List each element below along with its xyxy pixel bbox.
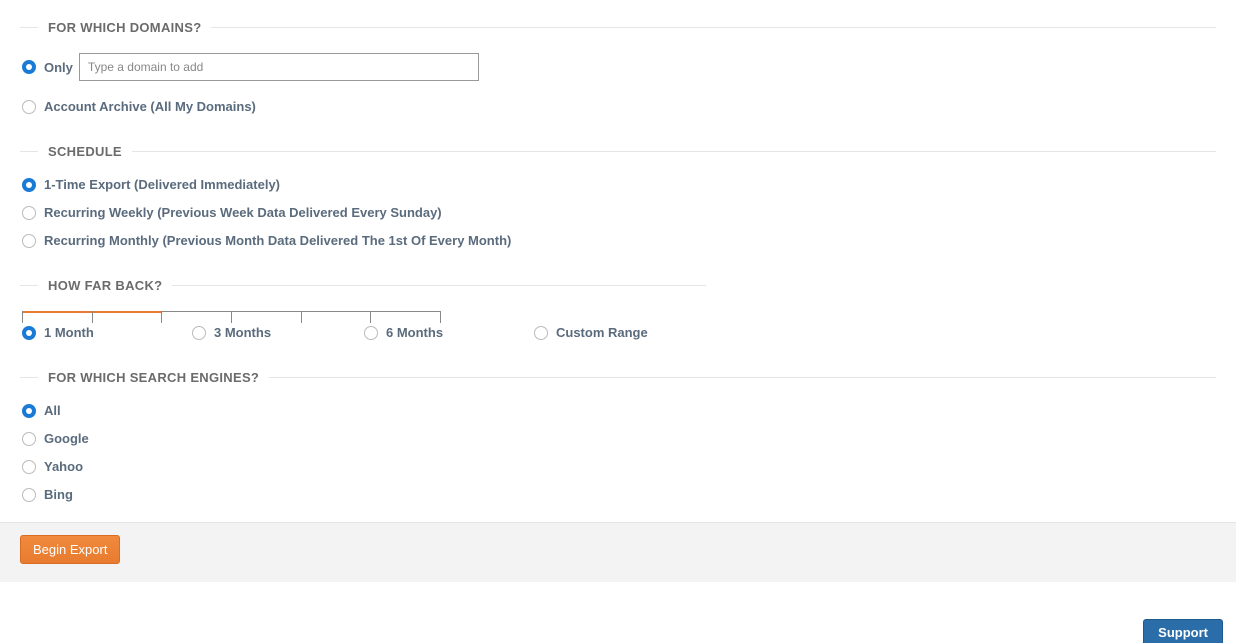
radio-archive-label[interactable]: Account Archive (All My Domains) (44, 99, 256, 114)
section-how-far: HOW FAR BACK? 1 Month 3 Months (20, 278, 1216, 340)
radio-1month[interactable] (22, 326, 36, 340)
radio-once[interactable] (22, 178, 36, 192)
section-title-schedule: SCHEDULE (48, 144, 122, 159)
radio-yahoo-label[interactable]: Yahoo (44, 459, 83, 474)
radio-custom-range-label[interactable]: Custom Range (556, 325, 648, 340)
section-header-schedule: SCHEDULE (20, 144, 1216, 159)
section-header-how-far: HOW FAR BACK? (20, 278, 1216, 293)
section-title-domains: FOR WHICH DOMAINS? (48, 20, 201, 35)
radio-only[interactable] (22, 60, 36, 74)
radio-6months[interactable] (364, 326, 378, 340)
slider[interactable] (20, 311, 440, 323)
radio-6months-label[interactable]: 6 Months (386, 325, 443, 340)
radio-weekly[interactable] (22, 206, 36, 220)
section-domains: FOR WHICH DOMAINS? Only Account Archive … (20, 20, 1216, 114)
radio-archive[interactable] (22, 100, 36, 114)
radio-monthly-label[interactable]: Recurring Monthly (Previous Month Data D… (44, 233, 511, 248)
radio-all[interactable] (22, 404, 36, 418)
radio-3months[interactable] (192, 326, 206, 340)
radio-bing-label[interactable]: Bing (44, 487, 73, 502)
radio-yahoo[interactable] (22, 460, 36, 474)
radio-monthly[interactable] (22, 234, 36, 248)
radio-weekly-label[interactable]: Recurring Weekly (Previous Week Data Del… (44, 205, 442, 220)
support-tab[interactable]: Support (1143, 619, 1223, 643)
radio-only-label[interactable]: Only (44, 60, 73, 75)
radio-google-label[interactable]: Google (44, 431, 89, 446)
radio-once-label[interactable]: 1-Time Export (Delivered Immediately) (44, 177, 280, 192)
radio-all-label[interactable]: All (44, 403, 61, 418)
section-header-engines: FOR WHICH SEARCH ENGINES? (20, 370, 1216, 385)
radio-google[interactable] (22, 432, 36, 446)
section-schedule: SCHEDULE 1-Time Export (Delivered Immedi… (20, 144, 1216, 248)
radio-1month-label[interactable]: 1 Month (44, 325, 94, 340)
section-engines: FOR WHICH SEARCH ENGINES? All Google Yah… (20, 370, 1216, 502)
radio-custom-range[interactable] (534, 326, 548, 340)
radio-3months-label[interactable]: 3 Months (214, 325, 271, 340)
section-title-how-far: HOW FAR BACK? (48, 278, 162, 293)
begin-export-button[interactable]: Begin Export (20, 535, 120, 564)
section-title-engines: FOR WHICH SEARCH ENGINES? (48, 370, 259, 385)
section-header-domains: FOR WHICH DOMAINS? (20, 20, 1216, 35)
radio-bing[interactable] (22, 488, 36, 502)
domain-input[interactable] (79, 53, 479, 81)
footer: Begin Export (0, 522, 1236, 582)
